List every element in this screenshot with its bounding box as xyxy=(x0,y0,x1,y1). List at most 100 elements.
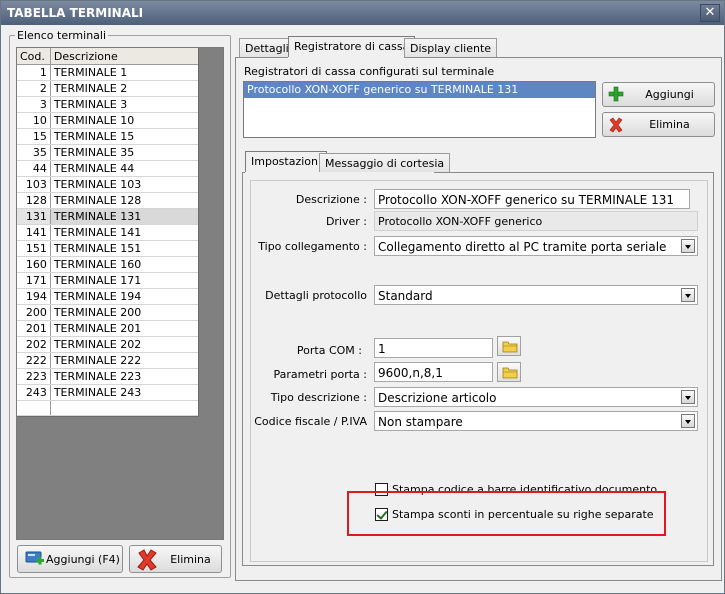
terminal-description: TERMINALE 194 xyxy=(53,290,142,303)
terminal-code: 171 xyxy=(17,273,51,288)
table-row[interactable]: 44 TERMINALE 44 xyxy=(17,161,198,177)
terminal-description: TERMINALE 200 xyxy=(53,306,142,319)
grid-empty-row xyxy=(17,401,198,416)
delete-register-button[interactable]: Elimina xyxy=(602,112,715,137)
tab-dettagli[interactable]: Dettagli xyxy=(239,38,295,57)
table-row[interactable]: 35 TERMINALE 35 xyxy=(17,145,198,161)
table-row[interactable]: 222 TERMINALE 222 xyxy=(17,353,198,369)
tab-messaggio-di-cortesia[interactable]: Messaggio di cortesia xyxy=(319,153,451,172)
tipo-descrizione-value: Descrizione articolo xyxy=(378,391,497,405)
tab-display-cliente[interactable]: Display cliente xyxy=(404,38,498,57)
terminal-code: 128 xyxy=(17,193,51,208)
terminal-description: TERMINALE 128 xyxy=(53,194,142,207)
terminal-code: 194 xyxy=(17,289,51,304)
delete-terminal-button[interactable]: Elimina xyxy=(129,545,222,573)
parametri-porta-browse-button[interactable] xyxy=(497,362,521,382)
card-plus-icon xyxy=(25,551,44,565)
delete-terminal-label: Elimina xyxy=(170,552,211,566)
table-row[interactable]: 128 TERMINALE 128 xyxy=(17,193,198,209)
terminal-description: TERMINALE 35 xyxy=(53,146,135,159)
tab-registratore-di-cassa[interactable]: Registratore di cassa xyxy=(288,36,416,57)
table-row[interactable]: 200 TERMINALE 200 xyxy=(17,305,198,321)
descrizione-label: Descrizione : xyxy=(295,193,367,206)
dettagli-protocollo-value: Standard xyxy=(378,289,433,303)
close-button[interactable]: ✕ xyxy=(700,4,720,22)
terminal-description: TERMINALE 15 xyxy=(53,130,135,143)
codice-fiscale-label: Codice fiscale / P.IVA xyxy=(254,415,367,428)
terminal-code: 2 xyxy=(17,81,51,96)
table-row[interactable]: 194 TERMINALE 194 xyxy=(17,289,198,305)
terminal-description: TERMINALE 10 xyxy=(53,114,135,127)
dettagli-protocollo-select[interactable]: Standard xyxy=(374,285,698,305)
chevron-down-icon[interactable] xyxy=(681,288,695,302)
codice-fiscale-select[interactable]: Non stampare xyxy=(374,411,698,431)
window: TABELLA TERMINALI ✕ Elenco terminali Cod… xyxy=(0,0,725,594)
table-row[interactable]: 2 TERMINALE 2 xyxy=(17,81,198,97)
tipo-collegamento-label: Tipo collegamento : xyxy=(258,240,367,253)
terminals-grid[interactable]: Cod. Descrizione 1 TERMINALE 1 2 TERMINALE … xyxy=(16,47,224,540)
porta-com-label: Porta COM : xyxy=(296,344,362,357)
table-row[interactable]: 3 TERMINALE 3 xyxy=(17,97,198,113)
add-register-button[interactable]: Aggiungi xyxy=(602,82,715,107)
parametri-porta-label: Parametri porta : xyxy=(273,368,367,381)
terminals-grid-content: Cod. Descrizione 1 TERMINALE 1 2 TERMINALE … xyxy=(17,48,199,417)
table-row[interactable]: 141 TERMINALE 141 xyxy=(17,225,198,241)
chevron-down-icon[interactable] xyxy=(681,239,695,253)
table-row[interactable]: 15 TERMINALE 15 xyxy=(17,129,198,145)
terminal-code: 3 xyxy=(17,97,51,112)
terminal-code: 151 xyxy=(17,241,51,256)
terminal-description: TERMINALE 160 xyxy=(53,258,142,271)
terminal-description: TERMINALE 141 xyxy=(53,226,142,239)
terminal-code: 141 xyxy=(17,225,51,240)
table-row[interactable]: 223 TERMINALE 223 xyxy=(17,369,198,385)
tipo-collegamento-select[interactable]: Collegamento diretto al PC tramite porta… xyxy=(374,236,698,256)
terminal-code: 10 xyxy=(17,113,51,128)
table-row[interactable]: 10 TERMINALE 10 xyxy=(17,113,198,129)
terminal-description: TERMINALE 151 xyxy=(53,242,142,255)
terminal-description: TERMINALE 2 xyxy=(53,82,128,95)
terminal-code: 222 xyxy=(17,353,51,368)
tipo-collegamento-value: Collegamento diretto al PC tramite porta… xyxy=(378,240,667,254)
registers-list-label: Registratori di cassa configurati sul te… xyxy=(244,65,495,78)
terminal-description: TERMINALE 1 xyxy=(53,66,128,79)
porta-com-browse-button[interactable] xyxy=(497,336,521,356)
parametri-porta-input[interactable]: 9600,n,8,1 xyxy=(374,362,493,382)
registers-list[interactable]: Protocollo XON-XOFF generico su TERMINAL… xyxy=(243,81,596,138)
register-item[interactable]: Protocollo XON-XOFF generico su TERMINAL… xyxy=(244,82,595,98)
terminal-code: 160 xyxy=(17,257,51,272)
terminal-description: TERMINALE 44 xyxy=(53,162,135,175)
delete-register-label: Elimina xyxy=(649,118,690,131)
descrizione-input[interactable]: Protocollo XON-XOFF generico su TERMINAL… xyxy=(374,189,690,209)
chevron-down-icon[interactable] xyxy=(681,390,695,404)
title-bar: TABELLA TERMINALI ✕ xyxy=(1,1,724,25)
table-row[interactable]: 131 TERMINALE 131 xyxy=(17,209,198,225)
terminal-code: 1 xyxy=(17,65,51,80)
terminals-group-title: Elenco terminali xyxy=(15,29,109,42)
dettagli-protocollo-label: Dettagli protocollo xyxy=(265,289,367,302)
add-terminal-button[interactable]: Aggiungi (F4) xyxy=(17,545,123,573)
chevron-down-icon[interactable] xyxy=(681,414,695,428)
add-terminal-label: Aggiungi (F4) xyxy=(46,552,120,566)
table-row[interactable]: 103 TERMINALE 103 xyxy=(17,177,198,193)
terminal-code: 200 xyxy=(17,305,51,320)
table-row[interactable]: 201 TERMINALE 201 xyxy=(17,321,198,337)
table-row[interactable]: 160 TERMINALE 160 xyxy=(17,257,198,273)
terminal-code: 103 xyxy=(17,177,51,192)
table-row[interactable]: 1 TERMINALE 1 xyxy=(17,65,198,81)
table-row[interactable]: 171 TERMINALE 171 xyxy=(17,273,198,289)
x-icon xyxy=(137,549,157,571)
terminal-code: 202 xyxy=(17,337,51,352)
tipo-descrizione-select[interactable]: Descrizione articolo xyxy=(374,387,698,407)
column-code[interactable]: Cod. xyxy=(17,48,51,64)
porta-com-input[interactable]: 1 xyxy=(374,338,493,358)
terminal-description: TERMINALE 131 xyxy=(53,210,142,223)
table-row[interactable]: 243 TERMINALE 243 xyxy=(17,385,198,401)
terminal-code: 15 xyxy=(17,129,51,144)
table-row[interactable]: 151 TERMINALE 151 xyxy=(17,241,198,257)
terminal-code: 201 xyxy=(17,321,51,336)
terminal-description: TERMINALE 3 xyxy=(53,98,128,111)
table-row[interactable]: 202 TERMINALE 202 xyxy=(17,337,198,353)
column-description[interactable]: Descrizione xyxy=(51,48,198,64)
tab-impostazioni[interactable]: Impostazioni xyxy=(245,151,328,172)
terminal-description: TERMINALE 222 xyxy=(53,354,142,367)
